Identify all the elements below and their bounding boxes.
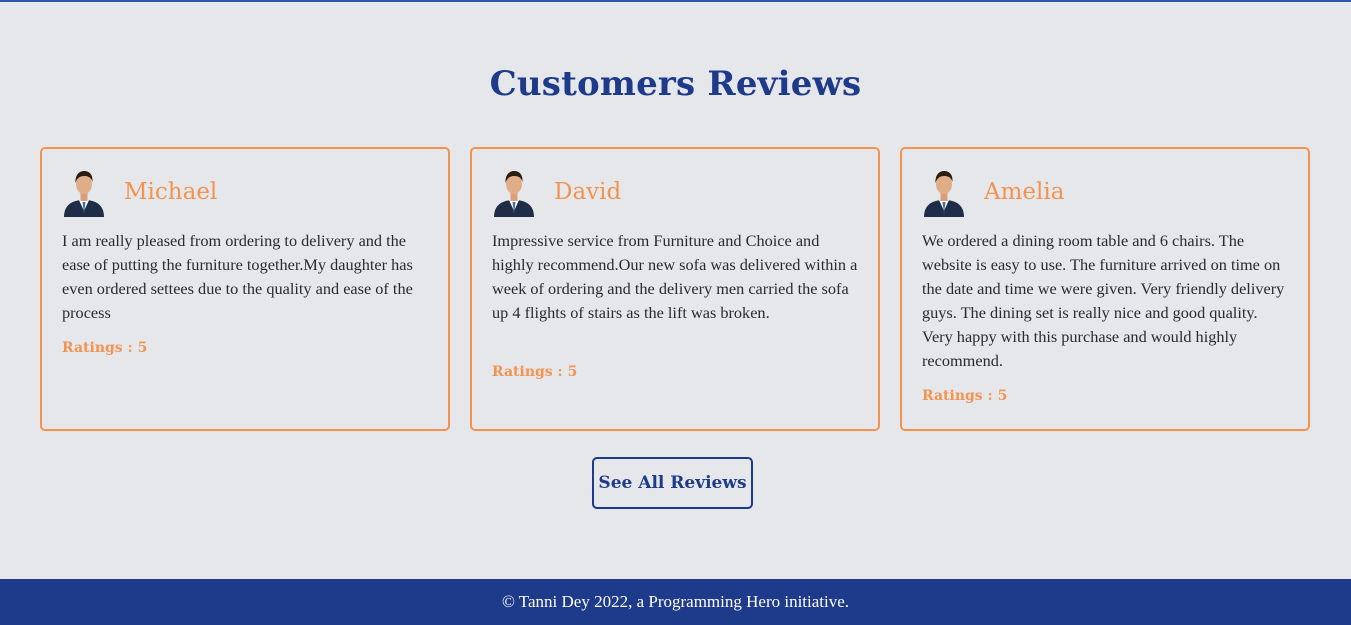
review-card: David Impressive service from Furniture … xyxy=(470,147,880,431)
rating-label: Ratings : 5 xyxy=(492,364,578,380)
avatar-icon xyxy=(64,171,104,217)
see-all-reviews-button[interactable]: See All Reviews xyxy=(592,457,753,509)
section-title: Customers Reviews xyxy=(489,64,862,104)
avatar-icon xyxy=(494,171,534,217)
rating-label: Ratings : 5 xyxy=(922,388,1008,404)
footer-copyright: © Tanni Dey 2022, a Programming Hero ini… xyxy=(501,592,850,611)
reviewer-name: David xyxy=(554,179,622,205)
reviews-container: Michael I am really pleased from orderin… xyxy=(40,147,1310,431)
review-text: Impressive service from Furniture and Ch… xyxy=(492,231,858,322)
reviewer-name: Michael xyxy=(124,179,218,205)
review-card: Michael I am really pleased from orderin… xyxy=(40,147,450,431)
review-card-header: Amelia xyxy=(922,167,1064,217)
review-card: Amelia We ordered a dining room table an… xyxy=(900,147,1310,431)
reviewer-name: Amelia xyxy=(984,179,1065,205)
review-text: I am really pleased from ordering to del… xyxy=(62,231,413,322)
review-card-header: Michael xyxy=(62,167,217,217)
rating-label: Ratings : 5 xyxy=(62,340,148,356)
top-border xyxy=(0,0,1351,2)
review-text: We ordered a dining room table and 6 cha… xyxy=(922,231,1285,370)
avatar-icon xyxy=(924,171,964,217)
footer: © Tanni Dey 2022, a Programming Hero ini… xyxy=(0,579,1351,625)
review-card-header: David xyxy=(492,167,621,217)
